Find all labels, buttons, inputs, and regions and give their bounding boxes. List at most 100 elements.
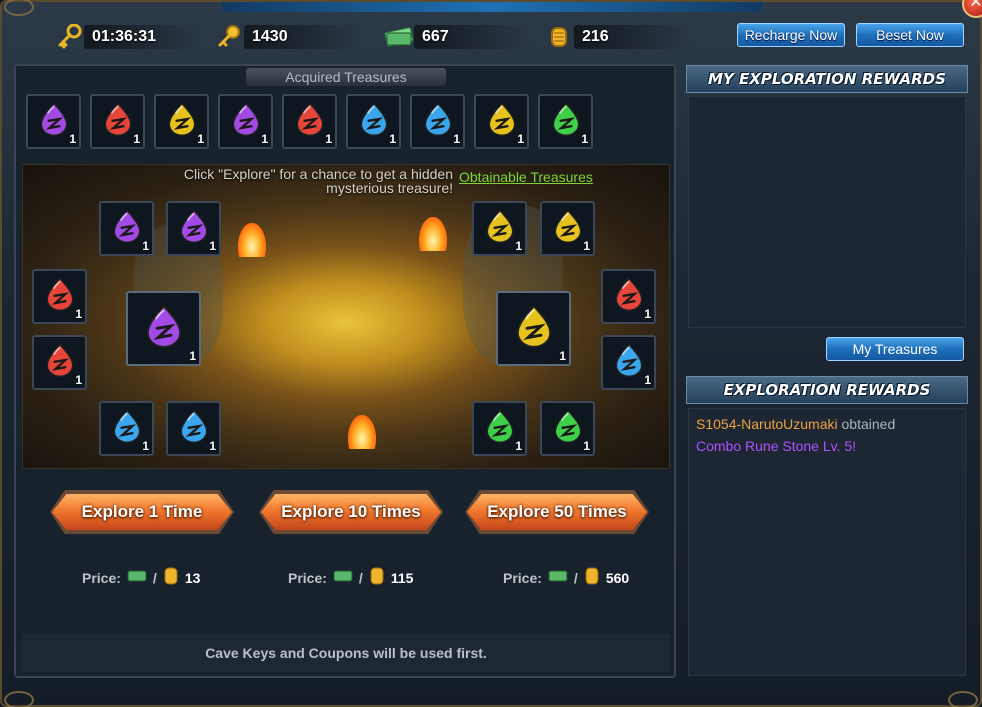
slot-count: 1 bbox=[559, 349, 566, 363]
summary-verb: obtained bbox=[841, 416, 896, 432]
price-value: 115 bbox=[390, 569, 414, 586]
torch-flame bbox=[238, 223, 266, 257]
obtainable-treasures-link[interactable]: Obtainable Treasures bbox=[459, 169, 593, 185]
purple-rune-stone-icon bbox=[228, 101, 264, 142]
explore-1-button[interactable]: Explore 1 Time bbox=[52, 494, 232, 530]
slot-count: 1 bbox=[261, 132, 268, 146]
gold-ingot-icon bbox=[163, 566, 179, 589]
slot-count: 1 bbox=[644, 307, 651, 321]
resource-bar: 01:36:31 1430 667 216 Recharge Now Beset… bbox=[14, 20, 969, 54]
treasure-cave: Click "Explore" for a chance to get a hi… bbox=[22, 164, 670, 469]
price-label: Price: bbox=[288, 569, 327, 586]
cave-slot[interactable]: 1 bbox=[601, 335, 656, 390]
price-separator: / bbox=[358, 569, 363, 586]
my-treasures-button[interactable]: My Treasures bbox=[826, 337, 964, 361]
summary-entry: S1054-NarutoUzumaki obtained Combo Rune … bbox=[696, 413, 958, 457]
yellow-rune-stone-icon bbox=[482, 208, 518, 249]
cave-slot[interactable]: 1 bbox=[166, 201, 221, 256]
slot-count: 1 bbox=[209, 239, 216, 253]
acquired-slot[interactable]: 1 bbox=[90, 94, 145, 149]
summary-item: Combo Rune Stone Lv. 5! bbox=[696, 438, 857, 454]
slot-count: 1 bbox=[142, 439, 149, 453]
corner-ornament bbox=[4, 691, 34, 707]
price-label: Price: bbox=[82, 569, 121, 586]
blue-rune-stone-icon bbox=[356, 101, 392, 142]
slot-count: 1 bbox=[515, 439, 522, 453]
blue-rune-stone-icon bbox=[420, 101, 456, 142]
slot-count: 1 bbox=[197, 132, 204, 146]
gold-ingot-icon bbox=[544, 22, 574, 52]
explore-10-button[interactable]: Explore 10 Times bbox=[261, 494, 441, 530]
slot-count: 1 bbox=[209, 439, 216, 453]
acquired-slot[interactable]: 1 bbox=[26, 94, 81, 149]
acquired-slot[interactable]: 1 bbox=[282, 94, 337, 149]
yellow-rune-stone-icon bbox=[164, 101, 200, 142]
gold-ingot-icon bbox=[584, 566, 600, 589]
title-banner bbox=[222, 2, 762, 12]
cave-slot[interactable]: 1 bbox=[32, 269, 87, 324]
purple-rune-stone-icon bbox=[36, 101, 72, 142]
slot-count: 1 bbox=[517, 132, 524, 146]
blue-rune-stone-icon bbox=[109, 408, 145, 449]
yellow-rune-stone-icon bbox=[511, 303, 557, 354]
cave-slot[interactable]: 1 bbox=[496, 291, 571, 366]
slot-count: 1 bbox=[69, 132, 76, 146]
yellow-rune-stone-icon bbox=[484, 101, 520, 142]
cave-slot[interactable]: 1 bbox=[99, 401, 154, 456]
cave-slot[interactable]: 1 bbox=[99, 201, 154, 256]
coupon-icon bbox=[333, 569, 353, 586]
acquired-slot[interactable]: 1 bbox=[218, 94, 273, 149]
rewards-summary-list: S1054-NarutoUzumaki obtained Combo Rune … bbox=[688, 408, 966, 676]
cave-slot[interactable]: 1 bbox=[32, 335, 87, 390]
gold-ingot-icon bbox=[369, 566, 385, 589]
corner-ornament bbox=[948, 691, 978, 707]
explore-50-button[interactable]: Explore 50 Times bbox=[467, 494, 647, 530]
cave-slot[interactable]: 1 bbox=[601, 269, 656, 324]
blue-rune-stone-icon bbox=[176, 408, 212, 449]
explore-10-label: Explore 10 Times bbox=[281, 502, 421, 521]
recharge-button[interactable]: Recharge Now bbox=[737, 23, 845, 47]
acquired-slot[interactable]: 1 bbox=[154, 94, 209, 149]
slot-count: 1 bbox=[389, 132, 396, 146]
slot-count: 1 bbox=[142, 239, 149, 253]
treasure-panel: Acquired Treasures 1 1 1 1 1 1 1 1 1 Cli… bbox=[14, 64, 676, 678]
acquired-slot[interactable]: 1 bbox=[538, 94, 593, 149]
corner-ornament bbox=[4, 0, 34, 16]
price-value: 560 bbox=[605, 569, 630, 586]
acquired-slot[interactable]: 1 bbox=[410, 94, 465, 149]
slot-count: 1 bbox=[515, 239, 522, 253]
ingot-count: 216 bbox=[544, 20, 694, 54]
red-rune-stone-icon bbox=[42, 276, 78, 317]
gold-key-count-value: 1430 bbox=[252, 28, 288, 45]
coupon-stack-icon bbox=[384, 22, 414, 52]
slot-count: 1 bbox=[325, 132, 332, 146]
reset-button[interactable]: Beset Now bbox=[856, 23, 964, 47]
acquired-treasures-list: 1 1 1 1 1 1 1 1 1 bbox=[26, 94, 593, 149]
cave-slot[interactable]: 1 bbox=[166, 401, 221, 456]
acquired-treasures-header: Acquired Treasures bbox=[246, 68, 446, 86]
cave-slot[interactable]: 1 bbox=[540, 401, 595, 456]
cave-slot[interactable]: 1 bbox=[126, 291, 201, 366]
slot-count: 1 bbox=[75, 307, 82, 321]
explore-50-price: Price: / 560 bbox=[503, 566, 629, 589]
gold-key-icon bbox=[214, 22, 244, 52]
explore-50-label: Explore 50 Times bbox=[487, 502, 627, 521]
cave-slot[interactable]: 1 bbox=[472, 201, 527, 256]
red-rune-stone-icon bbox=[292, 101, 328, 142]
cave-key-icon bbox=[54, 22, 84, 52]
cave-slot[interactable]: 1 bbox=[540, 201, 595, 256]
slot-count: 1 bbox=[583, 439, 590, 453]
acquired-slot[interactable]: 1 bbox=[346, 94, 401, 149]
slot-count: 1 bbox=[453, 132, 460, 146]
purple-rune-stone-icon bbox=[141, 303, 187, 354]
coupon-icon bbox=[127, 569, 147, 586]
cave-slot[interactable]: 1 bbox=[472, 401, 527, 456]
purple-rune-stone-icon bbox=[176, 208, 212, 249]
acquired-slot[interactable]: 1 bbox=[474, 94, 529, 149]
green-rune-stone-icon bbox=[548, 101, 584, 142]
price-separator: / bbox=[152, 569, 157, 586]
price-label: Price: bbox=[503, 569, 542, 586]
slot-count: 1 bbox=[133, 132, 140, 146]
coupon-count-value: 667 bbox=[422, 28, 449, 45]
slot-count: 1 bbox=[583, 239, 590, 253]
